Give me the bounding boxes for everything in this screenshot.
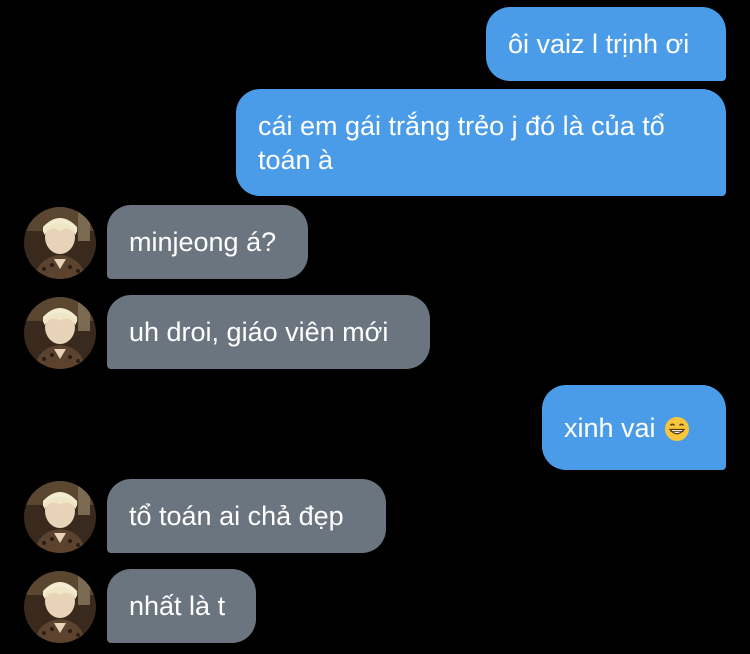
message-bubble-sent[interactable]: ôi vaiz l trịnh ơi [486, 7, 726, 81]
message-bubble-received[interactable]: nhất là t [107, 569, 256, 643]
avatar-photo [24, 297, 96, 369]
message-text: uh droi, giáo viên mới [129, 317, 389, 347]
message-text: nhất là t [129, 591, 226, 621]
message-bubble-received[interactable]: uh droi, giáo viên mới [107, 295, 430, 369]
message-content: xinh vai [564, 411, 690, 445]
contact-avatar[interactable] [24, 481, 96, 553]
message-text: xinh vai [564, 412, 656, 443]
message-bubble-sent[interactable]: cái em gái trắng trẻo j đó là của tổ toá… [236, 89, 726, 196]
contact-avatar[interactable] [24, 297, 96, 369]
grinning-face-emoji-icon [664, 417, 689, 442]
contact-avatar[interactable] [24, 571, 96, 643]
message-text: ôi vaiz l trịnh ơi [508, 29, 690, 59]
avatar-photo [24, 571, 96, 643]
message-text: cái em gái trắng trẻo j đó là của tổ toá… [258, 110, 665, 175]
message-bubble-received[interactable]: tổ toán ai chả đẹp [107, 479, 386, 553]
message-text: tổ toán ai chả đẹp [129, 501, 344, 531]
message-bubble-sent[interactable]: xinh vai [542, 385, 726, 470]
message-bubble-received[interactable]: minjeong á? [107, 205, 308, 279]
message-text: minjeong á? [129, 227, 277, 257]
avatar-photo [24, 481, 96, 553]
contact-avatar[interactable] [24, 207, 96, 279]
avatar-photo [24, 207, 96, 279]
